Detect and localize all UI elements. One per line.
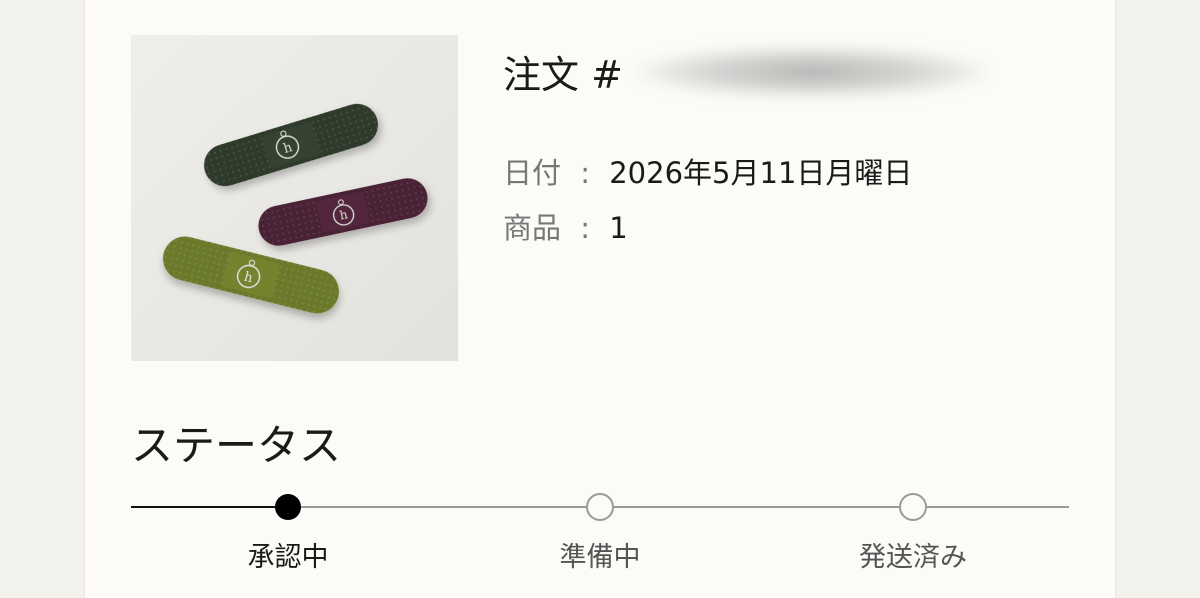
bandage-olive: h: [163, 236, 339, 314]
date-value: 2026年5月11日月曜日: [609, 156, 913, 190]
date-separator: :: [580, 156, 591, 190]
date-label: 日付: [503, 156, 562, 190]
step-label-approval: 承認中: [247, 542, 329, 573]
items-separator: :: [580, 211, 591, 245]
order-title: 注文 #: [503, 44, 987, 99]
step-dot-preparing: [586, 493, 614, 521]
order-number-redacted: [636, 45, 987, 98]
order-title-prefix: 注文 #: [503, 53, 623, 97]
items-label: 商品: [503, 211, 562, 245]
status-timeline: [131, 493, 1069, 521]
step-dot-approval: [275, 494, 301, 520]
bandage-product-photo: h h h: [163, 103, 428, 314]
step-label-shipped: 発送済み: [859, 542, 967, 573]
step-label-preparing: 準備中: [559, 542, 641, 573]
bandage-plum: h: [258, 178, 428, 246]
order-date-row: 日付 : 2026年5月11日月曜日: [503, 150, 912, 192]
step-dot-shipped: [899, 493, 927, 521]
status-heading: ステータス: [131, 421, 342, 470]
bandage-dark-green: h: [204, 103, 378, 187]
items-value: 1: [609, 211, 628, 245]
product-image: h h h: [131, 35, 458, 361]
order-items-row: 商品 : 1: [503, 205, 628, 247]
